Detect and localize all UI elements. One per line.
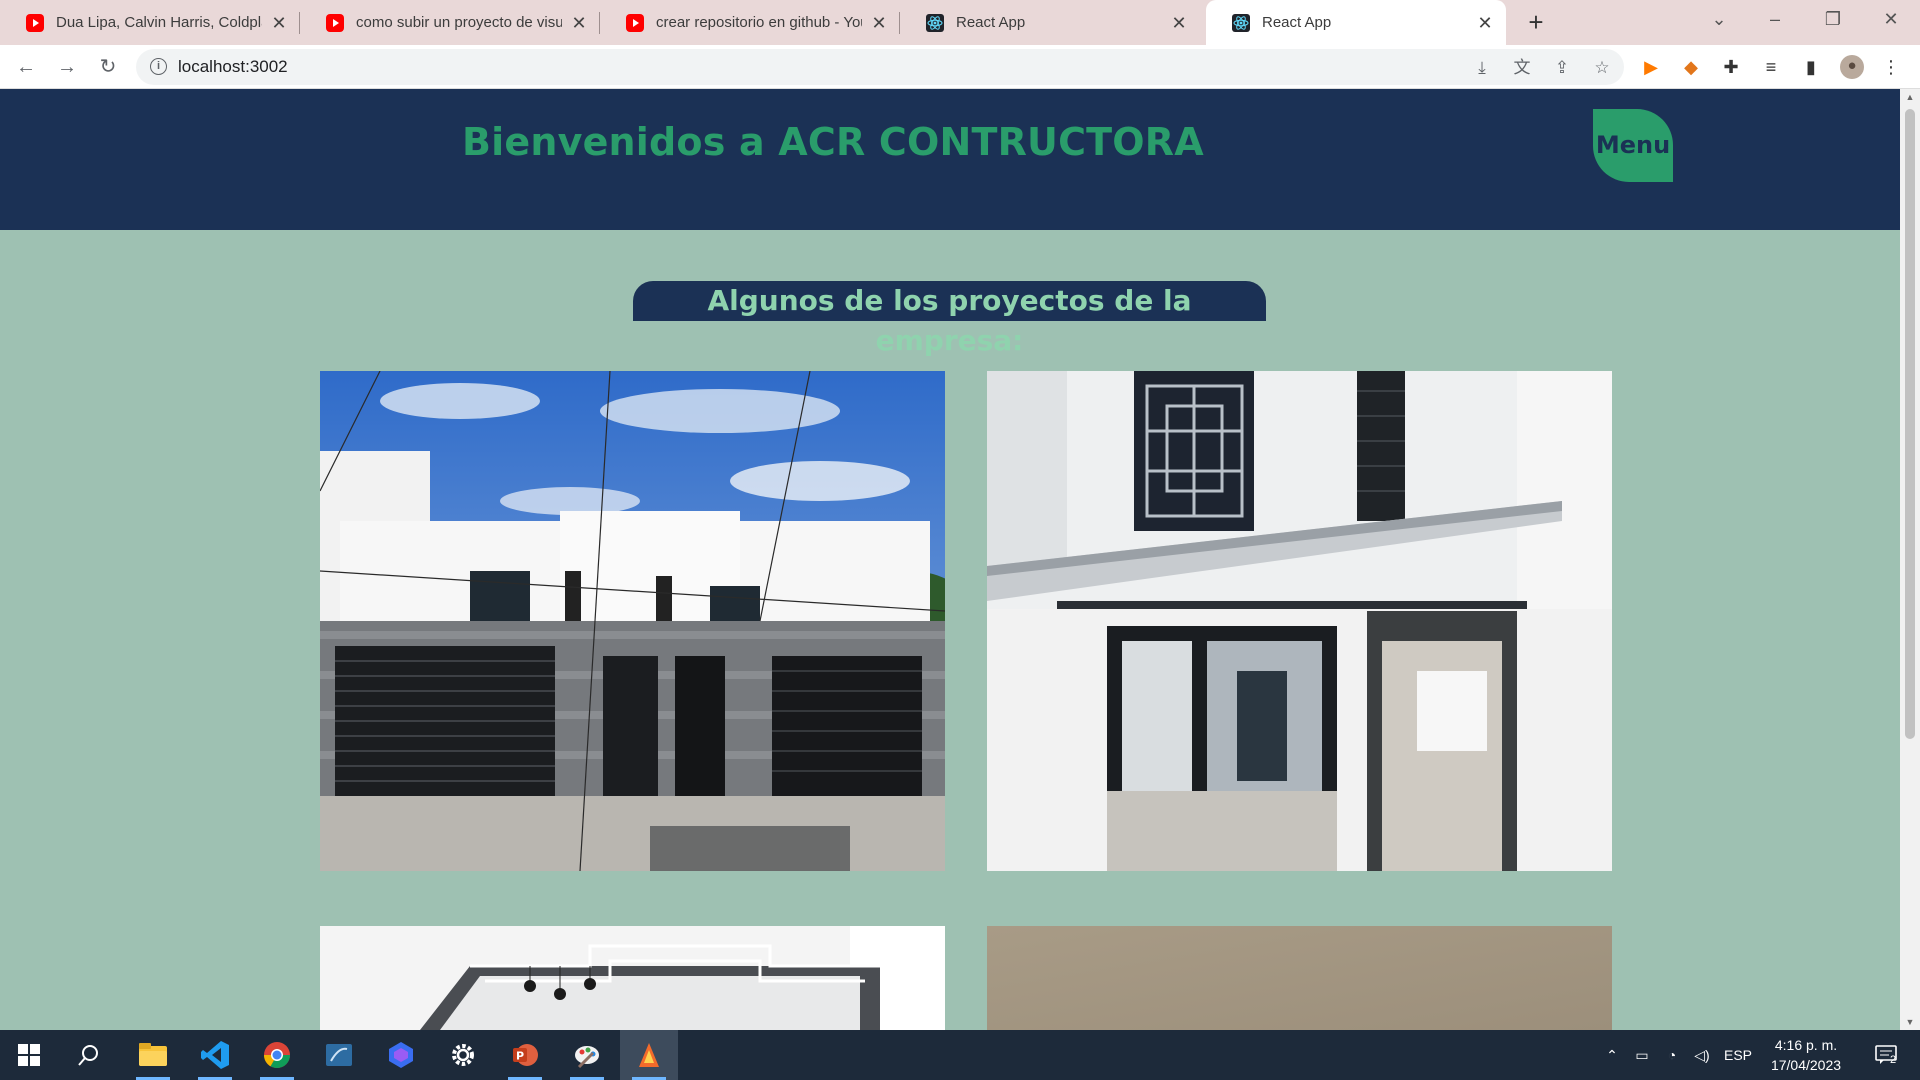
wifi-icon[interactable]: ◔ bbox=[1658, 1030, 1686, 1080]
close-tab-icon[interactable]: ✕ bbox=[570, 14, 588, 32]
address-bar[interactable]: i localhost:3002 ⤓ 文 ⇪ ☆ bbox=[136, 49, 1624, 85]
search-icon[interactable] bbox=[60, 1030, 118, 1080]
close-tab-icon[interactable]: ✕ bbox=[270, 14, 288, 32]
translate-icon[interactable]: 文 bbox=[1512, 58, 1532, 78]
profile-avatar-icon[interactable]: ● bbox=[1840, 55, 1864, 79]
restore-icon[interactable]: ❐ bbox=[1810, 0, 1856, 40]
taskbar-clock[interactable]: 4:16 p. m. 17/04/2023 bbox=[1754, 1035, 1858, 1075]
site-title: Bienvenidos a ACR CONTRUCTORA bbox=[462, 120, 1204, 164]
back-icon[interactable]: ← bbox=[10, 51, 42, 83]
chrome-menu-icon[interactable]: ⋮ bbox=[1880, 56, 1902, 78]
share-icon[interactable]: ⇪ bbox=[1552, 58, 1572, 78]
tab-title: como subir un proyecto de visual bbox=[356, 14, 562, 31]
scroll-down-icon[interactable]: ▼ bbox=[1904, 1017, 1916, 1027]
paint-icon[interactable] bbox=[558, 1030, 616, 1080]
chrome-icon[interactable] bbox=[248, 1030, 306, 1080]
forward-icon[interactable]: → bbox=[51, 51, 83, 83]
battery-icon[interactable]: ▭ bbox=[1628, 1030, 1656, 1080]
close-tab-icon[interactable]: ✕ bbox=[1170, 14, 1188, 32]
windows-start-icon[interactable] bbox=[0, 1030, 58, 1080]
browser-tab-active[interactable]: React App ✕ bbox=[1206, 0, 1506, 45]
house-facade-photo bbox=[320, 371, 945, 871]
media-queue-icon[interactable]: ≡ bbox=[1760, 56, 1782, 78]
vscode-icon[interactable] bbox=[186, 1030, 244, 1080]
close-tab-icon[interactable]: ✕ bbox=[1476, 14, 1494, 32]
react-icon bbox=[926, 13, 944, 32]
tab-title: React App bbox=[1262, 14, 1332, 31]
section-title: Algunos de los proyectos de la empresa: bbox=[633, 281, 1266, 357]
bookmark-star-icon[interactable]: ☆ bbox=[1592, 58, 1612, 78]
menu-button[interactable]: Menu bbox=[1593, 109, 1673, 182]
settings-icon[interactable] bbox=[434, 1030, 492, 1080]
close-window-icon[interactable]: ✕ bbox=[1868, 0, 1914, 40]
tab-strip: Dua Lipa, Calvin Harris, Coldplay, ✕ com… bbox=[0, 0, 1920, 45]
browser-tab[interactable]: Dua Lipa, Calvin Harris, Coldplay, ✕ bbox=[0, 0, 300, 45]
powerpoint-icon[interactable]: P bbox=[496, 1030, 554, 1080]
clock-date: 17/04/2023 bbox=[1770, 1057, 1842, 1073]
youtube-icon bbox=[26, 13, 44, 32]
metamask-icon[interactable]: ◆ bbox=[1680, 56, 1702, 78]
browser-tab[interactable]: React App ✕ bbox=[900, 0, 1200, 45]
page-viewport: Bienvenidos a ACR CONTRUCTORA Menu Algun… bbox=[0, 89, 1900, 1030]
browser-tab[interactable]: crear repositorio en github - You ✕ bbox=[600, 0, 900, 45]
clock-time: 4:16 p. m. bbox=[1774, 1037, 1838, 1053]
house-patio-photo bbox=[987, 371, 1612, 871]
install-app-icon[interactable]: ⤓ bbox=[1472, 58, 1492, 78]
language-indicator[interactable]: ESP bbox=[1718, 1030, 1758, 1080]
minimize-icon[interactable]: – bbox=[1752, 0, 1798, 40]
extension-play-icon[interactable]: ▶ bbox=[1640, 56, 1662, 78]
bing-icon[interactable] bbox=[372, 1030, 430, 1080]
windows-taskbar: P ⌃ ▭ ◔ ◁) ESP 4:16 p. m. 17/04/2023 2 bbox=[0, 1030, 1920, 1080]
interior-wall-photo bbox=[987, 926, 1612, 1030]
notifications-icon[interactable]: 2 bbox=[1866, 1030, 1906, 1080]
tab-title: React App bbox=[956, 14, 1026, 31]
side-panel-icon[interactable]: ▮ bbox=[1800, 56, 1822, 78]
page-scrollbar[interactable]: ▲ ▼ bbox=[1900, 89, 1920, 1030]
tab-title: crear repositorio en github - You bbox=[656, 14, 862, 31]
scrollbar-thumb[interactable] bbox=[1905, 109, 1915, 739]
url-text[interactable]: localhost:3002 bbox=[178, 57, 288, 77]
new-tab-button[interactable]: + bbox=[1519, 6, 1553, 40]
tab-title: Dua Lipa, Calvin Harris, Coldplay, bbox=[56, 14, 262, 31]
sql-server-icon[interactable] bbox=[310, 1030, 368, 1080]
file-explorer-icon[interactable] bbox=[124, 1030, 182, 1080]
tab-search-icon[interactable]: ⌄ bbox=[1696, 0, 1742, 40]
show-hidden-icons-icon[interactable]: ⌃ bbox=[1600, 1030, 1624, 1080]
youtube-icon bbox=[626, 13, 644, 32]
notification-count: 2 bbox=[1890, 1054, 1897, 1066]
volume-icon[interactable]: ◁) bbox=[1688, 1030, 1716, 1080]
browser-toolbar: ← → ↻ i localhost:3002 ⤓ 文 ⇪ ☆ ▶ ◆ ✚ ≡ ▮… bbox=[0, 45, 1920, 89]
app-icon[interactable] bbox=[620, 1030, 678, 1080]
close-tab-icon[interactable]: ✕ bbox=[870, 14, 888, 32]
site-header: Bienvenidos a ACR CONTRUCTORA Menu bbox=[0, 89, 1900, 230]
extensions-puzzle-icon[interactable]: ✚ bbox=[1720, 56, 1742, 78]
interior-ceiling-photo bbox=[320, 926, 945, 1030]
reload-icon[interactable]: ↻ bbox=[92, 51, 124, 83]
react-icon bbox=[1232, 13, 1250, 32]
site-info-icon[interactable]: i bbox=[150, 58, 167, 75]
youtube-icon bbox=[326, 13, 344, 32]
scroll-up-icon[interactable]: ▲ bbox=[1904, 92, 1916, 102]
svg-text:P: P bbox=[516, 1050, 524, 1063]
browser-tab[interactable]: como subir un proyecto de visual ✕ bbox=[300, 0, 600, 45]
